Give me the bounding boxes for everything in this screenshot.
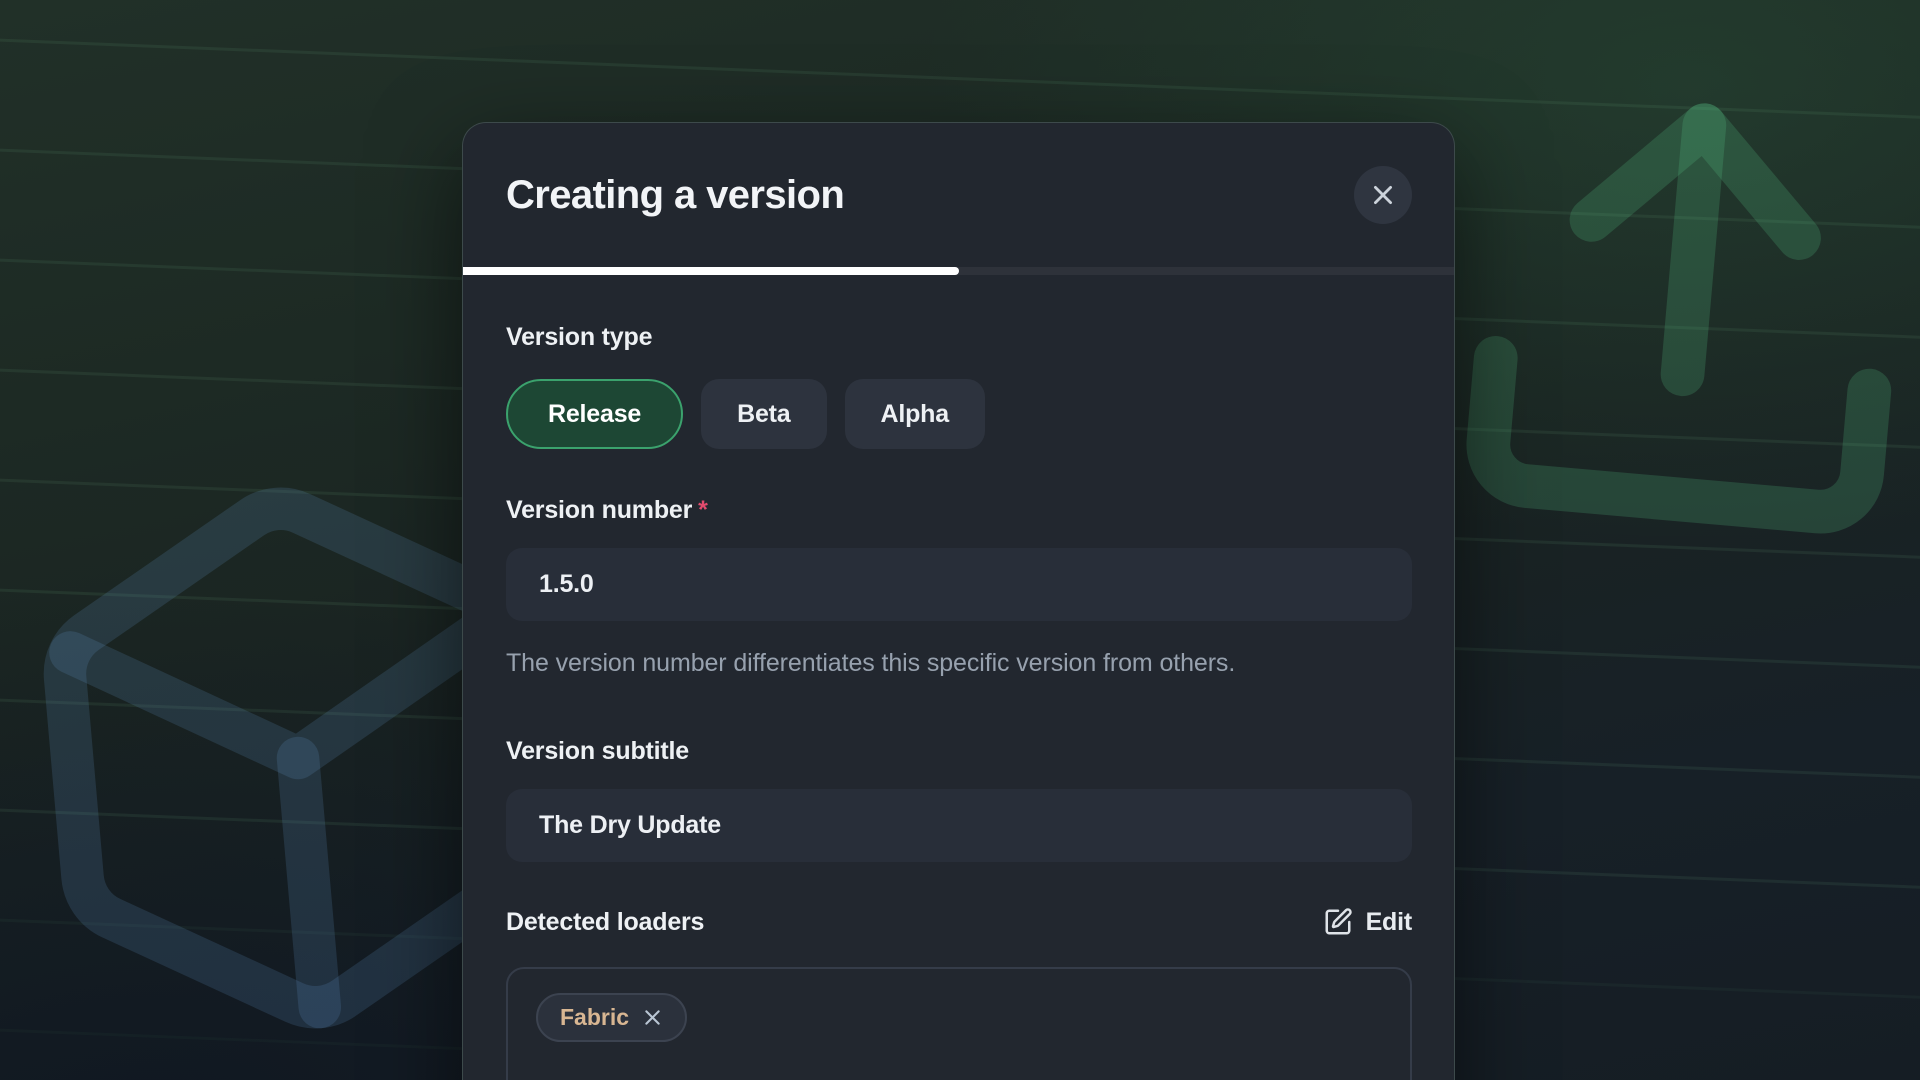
x-icon bbox=[1370, 182, 1396, 208]
loader-chip-fabric: Fabric bbox=[536, 993, 687, 1042]
modal-title: Creating a version bbox=[506, 173, 844, 218]
version-number-label: Version number* bbox=[506, 496, 1412, 525]
modal-header: Creating a version bbox=[463, 123, 1454, 267]
x-icon bbox=[642, 1007, 663, 1028]
modal-body: Version type Release Beta Alpha Version … bbox=[463, 275, 1454, 1080]
close-button[interactable] bbox=[1354, 166, 1412, 224]
detected-loaders-box: Fabric bbox=[506, 967, 1412, 1080]
version-subtitle-input[interactable] bbox=[506, 789, 1412, 862]
version-number-help: The version number differentiates this s… bbox=[506, 645, 1386, 681]
version-type-alpha-button[interactable]: Alpha bbox=[845, 379, 985, 449]
progress-bar bbox=[463, 267, 1454, 275]
progress-bar-fill bbox=[463, 267, 959, 275]
required-asterisk: * bbox=[698, 496, 708, 524]
edit-button-label: Edit bbox=[1366, 908, 1412, 937]
page-background: Creating a version Version type Release … bbox=[0, 0, 1920, 1080]
upload-arrow-icon bbox=[1417, 41, 1920, 583]
create-version-modal: Creating a version Version type Release … bbox=[462, 122, 1455, 1080]
loader-chip-label: Fabric bbox=[560, 1004, 629, 1031]
version-subtitle-label: Version subtitle bbox=[506, 737, 1412, 766]
version-type-label: Version type bbox=[506, 323, 1412, 352]
remove-fabric-button[interactable] bbox=[642, 1007, 663, 1028]
edit-loaders-button[interactable]: Edit bbox=[1323, 907, 1412, 937]
version-number-label-text: Version number bbox=[506, 496, 692, 524]
version-type-beta-button[interactable]: Beta bbox=[701, 379, 826, 449]
detected-loaders-label: Detected loaders bbox=[506, 908, 704, 937]
version-type-options: Release Beta Alpha bbox=[506, 379, 1412, 449]
version-type-release-button[interactable]: Release bbox=[506, 379, 683, 449]
pencil-square-icon bbox=[1323, 907, 1353, 937]
version-number-input[interactable] bbox=[506, 548, 1412, 621]
